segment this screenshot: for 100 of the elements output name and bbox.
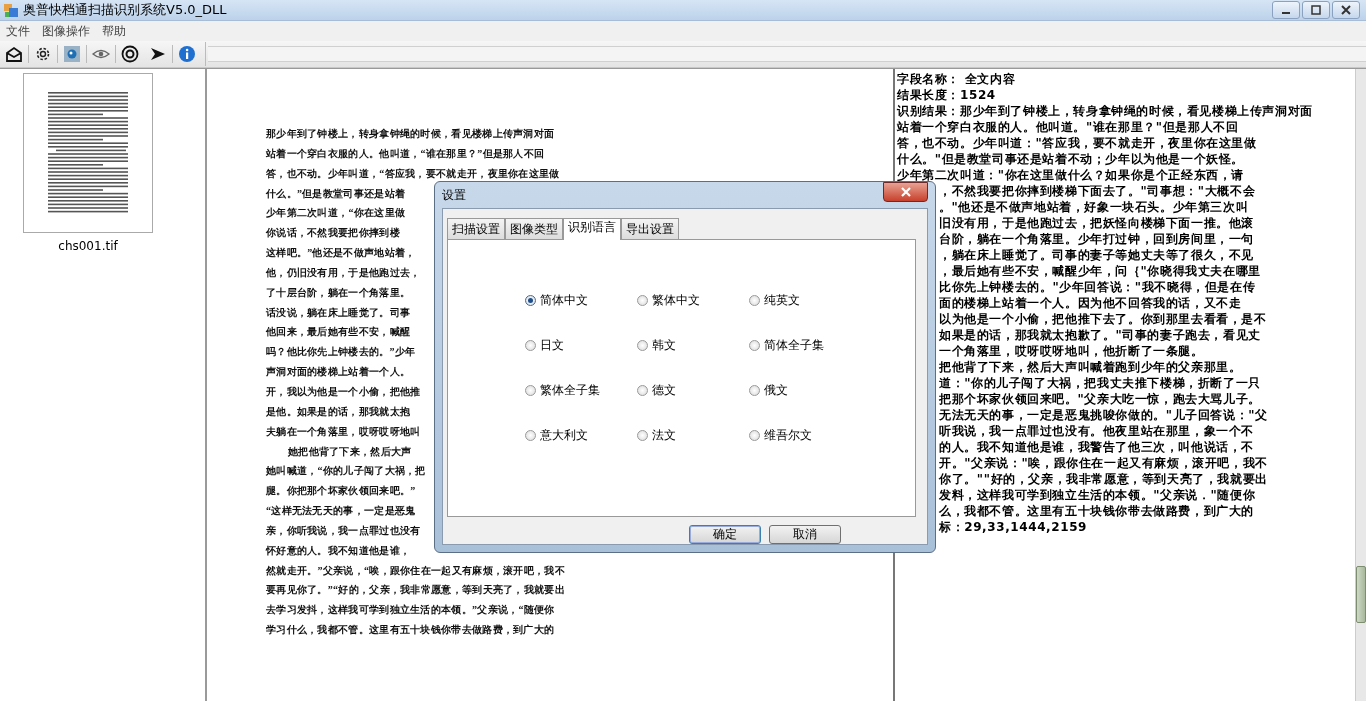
radio-button[interactable] [525,429,536,441]
document-text-line: 什么。”但是教堂司事还是站着 [266,186,406,201]
document-text-line: 开，我以为他是一个小偷，把他推 [266,384,421,399]
result-text-line: 无法无天的事，一定是恶鬼挑唆你做的。"儿子回答说："父 [939,407,1268,423]
document-text-line: 他，仍旧没有用，于是他跑过去， [266,265,421,280]
result-text-line: 把那个坏家伙领回来吧。"父亲大吃一惊，跑去大骂儿子。 [939,391,1261,407]
radio-label: 韩文 [652,336,676,354]
radio-button[interactable] [525,339,536,351]
result-text-line: 结果长度：1524 [897,87,996,103]
result-text-line: 么，我都不管。这里有五十块钱你带去做路费，到广大的 [939,503,1254,519]
radio-label: 俄文 [764,381,788,399]
tab[interactable]: 导出设置 [621,218,679,239]
result-text-line: 以为他是一个小偷，把他推下去了。你到那里去看看，是不 [939,311,1267,327]
file-name: chs001.tif [58,239,118,253]
result-text-line: ，最后她有些不安，喊醒少年，问｛"你晓得我丈夫在哪里 [939,263,1261,279]
result-text-line: 答，也不动。少年叫道："答应我，要不就走开，夜里你在这里做 [897,135,1257,151]
document-text-line: 这样吧。”他还是不做声地站着， [266,246,416,261]
document-text-line: 他回来，最后她有些不安，喊醒 [266,325,411,340]
document-text-line: 夫躺在一个角落里，哎呀哎呀地叫 [266,424,421,439]
radio-button[interactable] [749,429,760,441]
close-icon [1341,5,1351,15]
result-text-line: 你了。""好的，父亲，我非常愿意，等到天亮了，我就要出 [939,471,1268,487]
result-text-line: 台阶，躺在一个角落里。少年打过钟，回到房间里，一句 [939,231,1254,247]
radio-label: 纯英文 [764,291,800,309]
page-thumbnail[interactable] [23,73,153,233]
app-icon [3,2,19,18]
result-text-line: 什么。"但是教堂司事还是站着不动；少年以为他是一个妖怪。 [897,151,1245,167]
radio-button[interactable] [749,384,760,396]
tab[interactable]: 图像类型 [505,218,563,239]
result-text-line: 一个角落里，哎呀哎呀地叫，他折断了一条腿。 [939,343,1204,359]
document-text-line: 话没说，躺在床上睡觉了。司事 [266,305,411,320]
result-text-line: 开。"父亲说："唉，跟你住在一起又有麻烦，滚开吧，我不 [939,455,1268,471]
radio-label: 德文 [652,381,676,399]
radio-label: 繁体全子集 [540,381,600,399]
scrollbar-thumb[interactable] [1356,566,1366,623]
document-text-line: 腿。你把那个坏家伙领回来吧。” [266,484,416,499]
result-text-line: 。"他还是不做声地站着，好象一块石头。少年第三次叫 [939,199,1249,215]
radio-label: 意大利文 [540,426,588,444]
image-icon[interactable] [62,44,82,64]
document-text-line: 她叫喊道，“你的儿子闯了大祸，把 [266,464,426,479]
close-button[interactable] [883,182,928,202]
radio-label: 维吾尔文 [764,426,812,444]
document-text-line: 吗？他比你先上钟楼去的。”少年 [266,345,416,360]
document-text-line: 要再见你了。”“好的，父亲，我非常愿意，等到天亮了，我就要出 [266,583,565,598]
document-text-line: 站着一个穿白衣服的人。他叫道，“谁在那里？”但是那人不回 [266,146,545,161]
info-icon[interactable] [177,44,197,64]
tab[interactable]: 识别语言 [563,218,621,240]
result-text-line: 听我说，我一点罪过也没有。他夜里站在那里，象一个不 [939,423,1254,439]
document-text-line: 然就走开。”父亲说，“唉，跟你住在一起又有麻烦，滚开吧，我不 [266,563,565,578]
maximize-button[interactable] [1302,1,1330,19]
document-text-line: 少年第二次叫道，“你在这里做 [266,206,406,221]
close-button[interactable] [1332,1,1360,19]
result-text-line: ，不然我要把你摔到楼梯下面去了。"司事想："大概不会 [939,183,1256,199]
radio-button[interactable] [637,294,648,306]
minimize-icon [1282,12,1290,14]
result-text-line: 面的楼梯上站着一个人。因为他不回答我的话，又不走 [939,295,1242,311]
document-text-line: 了十层台阶，躺在一个角落里。 [266,285,411,300]
menu-item[interactable]: 帮助 [98,22,130,40]
dialog-button[interactable]: 取消 [769,525,841,544]
radio-button[interactable] [749,294,760,306]
result-text-line: 把他背了下来，然后大声叫喊着跑到少年的父亲那里。 [939,359,1242,375]
radio-button[interactable] [637,384,648,396]
result-text-line: 道："你的儿子闯了大祸，把我丈夫推下楼梯，折断了一只 [939,375,1261,391]
close-icon [900,187,911,197]
result-text-line: 少年第二次叫道："你在这里做什么？如果你是个正经东西，请 [897,167,1245,183]
document-text-line: 学习什么，我都不管。这里有五十块钱你带去做路费，到广大的 [266,623,555,638]
document-text-line: 怀好意的人。我不知道他是谁， [266,543,411,558]
result-text-line: 比你先上钟楼去的。"少年回答说："我不晓得，但是在传 [939,279,1256,295]
radio-button[interactable] [749,339,760,351]
target-icon[interactable] [120,44,140,64]
dialog-button[interactable]: 确定 [689,525,761,544]
radio-label: 繁体中文 [652,291,700,309]
maximize-icon [1311,5,1321,15]
minimize-button[interactable] [1272,1,1300,19]
menu-item[interactable]: 图像操作 [38,22,94,40]
mail-icon[interactable] [4,44,24,64]
result-text-line: ，躺在床上睡觉了。司事的妻子等她丈夫等了很久，不见 [939,247,1254,263]
window-title: 奥普快档通扫描识别系统V5.0_DLL [23,1,227,19]
result-text-line: 的人。我不知道他是谁，我警告了他三次，叫他说话，不 [939,439,1254,455]
radio-button[interactable] [525,294,536,306]
scrollbar[interactable] [1355,69,1366,701]
result-text-line: 旧没有用，于是他跑过去，把妖怪向楼梯下面一推。他滚 [939,215,1254,231]
document-text-line: 她把他背了下来，然后大声 [288,444,412,459]
document-text-line: 答，也不动。少年叫道，“答应我，要不就走开，夜里你在这里做 [266,166,560,181]
tab[interactable]: 扫描设置 [447,218,505,239]
document-text-line: 去学习发抖，这样我可学到独立生活的本领。”父亲说，“随便你 [266,603,555,618]
radio-button[interactable] [637,429,648,441]
result-text-line: 识别结果：那少年到了钟楼上，转身拿钟绳的时候，看见楼梯上传声洞对面 [897,103,1313,119]
menu-item[interactable]: 文件 [2,22,34,40]
document-text-line: “这样无法无天的事，一定是恶鬼 [266,504,416,519]
radio-button[interactable] [637,339,648,351]
radio-button[interactable] [525,384,536,396]
radio-label: 简体全子集 [764,336,824,354]
radio-label: 法文 [652,426,676,444]
result-text-line: 字段名称： 全文内容 [897,71,1016,87]
document-text-line: 是他。如果是的话，那我就太抱 [266,404,411,419]
document-text-line: 你说话，不然我要把你摔到楼 [266,226,400,241]
result-text-line: 站着一个穿白衣服的人。他叫道。"谁在那里？"但是那人不回 [897,119,1239,135]
document-text-line: 那少年到了钟楼上，转身拿钟绳的时候，看见楼梯上传声洞对面 [266,127,555,141]
result-text-line: 发料，这样我可学到独立生活的本领。"父亲说．"随便你 [939,487,1256,503]
